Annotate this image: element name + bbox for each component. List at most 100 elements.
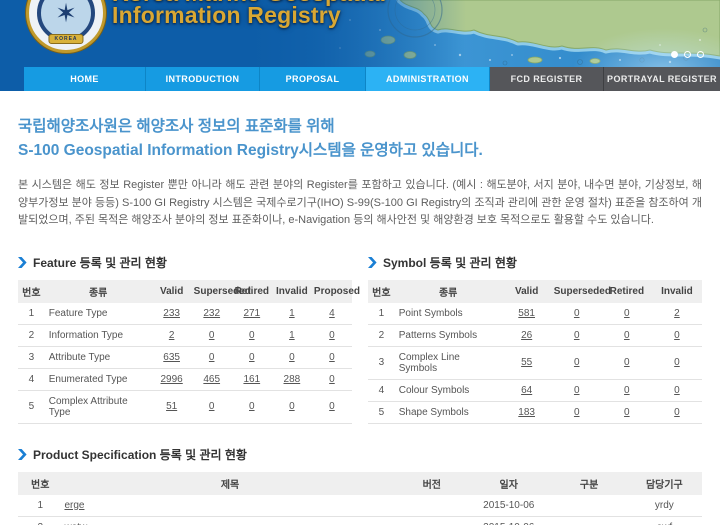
column-header: 버전 bbox=[398, 472, 466, 495]
count-cell: 0 bbox=[602, 401, 652, 423]
table-row: 4Enumerated Type29964651612880 bbox=[18, 368, 352, 390]
column-header: 번호 bbox=[18, 472, 62, 495]
count-cell: 4 bbox=[312, 303, 352, 325]
product-section-title: Product Specification 등록 및 관리 현황 bbox=[18, 446, 702, 463]
count-link[interactable]: 4 bbox=[329, 308, 335, 319]
count-link[interactable]: 183 bbox=[518, 407, 535, 418]
count-link[interactable]: 2 bbox=[674, 308, 680, 319]
count-link[interactable]: 0 bbox=[329, 401, 335, 412]
intro-paragraph: 본 시스템은 해도 정보 Register 뿐만 아니라 해도 관련 분야의 R… bbox=[18, 177, 702, 230]
table-row: 5Complex Attribute Type510000 bbox=[18, 390, 352, 423]
row-number: 3 bbox=[18, 346, 45, 368]
count-link[interactable]: 465 bbox=[203, 374, 220, 385]
count-link[interactable]: 0 bbox=[574, 407, 580, 418]
column-header: 담당기구 bbox=[627, 472, 702, 495]
carousel-dot[interactable] bbox=[684, 51, 691, 58]
main-content: 국립해양조사원은 해양조사 정보의 표준화를 위해 S-100 Geospati… bbox=[0, 115, 720, 525]
count-link[interactable]: 0 bbox=[574, 357, 580, 368]
nav-item-introduction[interactable]: INTRODUCTION bbox=[146, 67, 260, 91]
symbol-section-title: Symbol 등록 및 관리 현황 bbox=[368, 254, 702, 271]
count-link[interactable]: 0 bbox=[329, 352, 335, 363]
count-link[interactable]: 288 bbox=[284, 374, 301, 385]
count-link[interactable]: 1 bbox=[289, 308, 295, 319]
table-row: 3Complex Line Symbols55000 bbox=[368, 346, 702, 379]
count-cell: 0 bbox=[312, 368, 352, 390]
feature-table-header-row: 번호종류ValidSupersededRetiredInvalidPropose… bbox=[18, 280, 352, 303]
date-cell: 2015-10-06 bbox=[466, 495, 552, 517]
type-name: Complex Attribute Type bbox=[45, 390, 152, 423]
row-number: 1 bbox=[18, 495, 62, 517]
count-link[interactable]: 232 bbox=[203, 308, 220, 319]
nav-item-fcd-register[interactable]: FCD REGISTER bbox=[490, 67, 604, 91]
nav-item-home[interactable]: HOME bbox=[24, 67, 146, 91]
count-link[interactable]: 233 bbox=[163, 308, 180, 319]
date-cell: 2015-10-06 bbox=[466, 516, 552, 525]
count-link[interactable]: 0 bbox=[624, 330, 630, 341]
product-title-link[interactable]: wetw bbox=[64, 522, 87, 525]
count-link[interactable]: 0 bbox=[249, 352, 255, 363]
count-link[interactable]: 0 bbox=[209, 330, 215, 341]
product-title-link[interactable]: erge bbox=[64, 500, 84, 511]
table-row: 2Information Type20010 bbox=[18, 324, 352, 346]
count-link[interactable]: 0 bbox=[624, 357, 630, 368]
row-number: 2 bbox=[368, 324, 395, 346]
count-link[interactable]: 0 bbox=[674, 407, 680, 418]
carousel-dot[interactable] bbox=[697, 51, 704, 58]
count-link[interactable]: 0 bbox=[674, 385, 680, 396]
count-link[interactable]: 0 bbox=[574, 308, 580, 319]
chevron-right-icon bbox=[18, 257, 27, 268]
nav-item-portrayal-register[interactable]: PORTRAYAL REGISTER bbox=[604, 67, 720, 91]
logo-banner-text: KOREA bbox=[48, 34, 83, 44]
count-link[interactable]: 581 bbox=[518, 308, 535, 319]
count-link[interactable]: 2 bbox=[169, 330, 175, 341]
count-cell: 0 bbox=[602, 346, 652, 379]
count-link[interactable]: 0 bbox=[249, 401, 255, 412]
count-cell: 2 bbox=[152, 324, 192, 346]
symbol-table: 번호종류ValidSupersededRetiredInvalid 1Point… bbox=[368, 280, 702, 424]
type-name: Feature Type bbox=[45, 303, 152, 325]
count-link[interactable]: 1 bbox=[289, 330, 295, 341]
carousel-dot-active[interactable] bbox=[671, 51, 678, 58]
count-link[interactable]: 635 bbox=[163, 352, 180, 363]
count-link[interactable]: 0 bbox=[249, 330, 255, 341]
count-link[interactable]: 55 bbox=[521, 357, 532, 368]
column-header: 번호 bbox=[18, 280, 45, 303]
count-link[interactable]: 0 bbox=[209, 401, 215, 412]
product-section: Product Specification 등록 및 관리 현황 번호제목버전일… bbox=[18, 446, 702, 525]
nav-item-administration[interactable]: ADMINISTRATION bbox=[366, 67, 490, 91]
column-header: Valid bbox=[502, 280, 552, 303]
count-cell: 581 bbox=[502, 303, 552, 325]
count-link[interactable]: 0 bbox=[674, 330, 680, 341]
count-cell: 51 bbox=[152, 390, 192, 423]
count-cell: 161 bbox=[232, 368, 272, 390]
khoa-logo: ✶ KOREA bbox=[26, 0, 106, 53]
count-cell: 0 bbox=[552, 379, 602, 401]
nav-item-proposal[interactable]: PROPOSAL bbox=[260, 67, 366, 91]
table-row: 1Feature Type23323227114 bbox=[18, 303, 352, 325]
count-cell: 233 bbox=[152, 303, 192, 325]
count-link[interactable]: 0 bbox=[574, 385, 580, 396]
count-link[interactable]: 161 bbox=[243, 374, 260, 385]
column-header: Retired bbox=[602, 280, 652, 303]
count-link[interactable]: 0 bbox=[209, 352, 215, 363]
column-header: 제목 bbox=[62, 472, 397, 495]
count-link[interactable]: 0 bbox=[329, 374, 335, 385]
count-link[interactable]: 271 bbox=[243, 308, 260, 319]
count-link[interactable]: 0 bbox=[624, 308, 630, 319]
table-row: 4Colour Symbols64000 bbox=[368, 379, 702, 401]
type-name: Enumerated Type bbox=[45, 368, 152, 390]
count-cell: 0 bbox=[652, 379, 702, 401]
count-link[interactable]: 2996 bbox=[161, 374, 183, 385]
count-link[interactable]: 0 bbox=[574, 330, 580, 341]
site-title-line2: Information Registry bbox=[112, 4, 386, 26]
count-link[interactable]: 0 bbox=[289, 401, 295, 412]
count-link[interactable]: 0 bbox=[329, 330, 335, 341]
count-link[interactable]: 64 bbox=[521, 385, 532, 396]
count-link[interactable]: 0 bbox=[624, 385, 630, 396]
count-link[interactable]: 51 bbox=[166, 401, 177, 412]
count-link[interactable]: 0 bbox=[289, 352, 295, 363]
column-header: Superseded bbox=[552, 280, 602, 303]
count-link[interactable]: 0 bbox=[674, 357, 680, 368]
count-link[interactable]: 26 bbox=[521, 330, 532, 341]
count-link[interactable]: 0 bbox=[624, 407, 630, 418]
